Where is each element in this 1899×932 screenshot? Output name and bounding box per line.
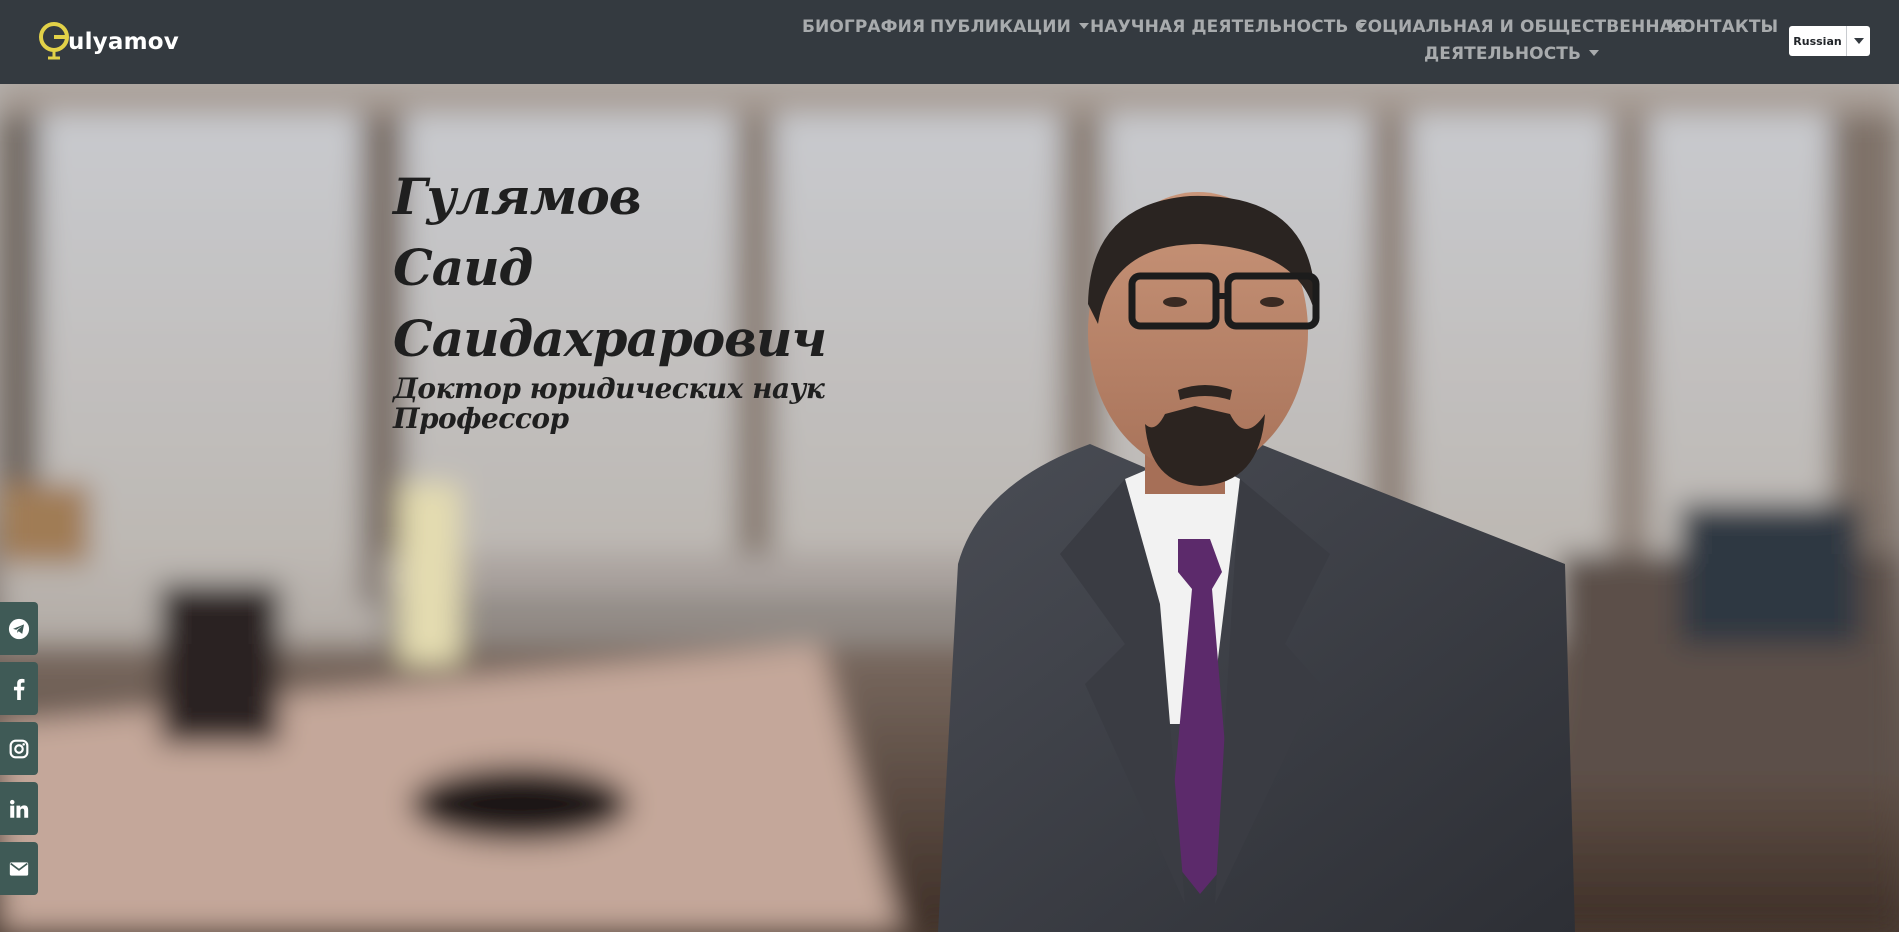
hero-title: Гулямов Саид Саидахрарович Доктор юридич… — [393, 161, 827, 435]
top-navbar: ulyamov БИОГРАФИЯ ПУБЛИКАЦИИ НАУЧНАЯ ДЕЯ… — [0, 0, 1899, 84]
language-dropdown-toggle[interactable] — [1846, 26, 1870, 56]
office-background-image — [0, 84, 1899, 932]
language-selected[interactable]: Russian — [1789, 26, 1846, 56]
logo-text: ulyamov — [68, 29, 179, 55]
hero-section: Гулямов Саид Саидахрарович Доктор юридич… — [0, 84, 1899, 932]
instagram-icon — [9, 739, 29, 758]
nav-biography-label: БИОГРАФИЯ — [802, 17, 926, 37]
nav-social-activity-label-line2: ДЕЯТЕЛЬНОСТЬ — [1424, 44, 1582, 64]
telegram-icon — [8, 618, 30, 639]
nav-social-activity-line2[interactable]: ДЕЯТЕЛЬНОСТЬ — [1424, 44, 1600, 64]
social-facebook-button[interactable] — [0, 662, 38, 715]
social-telegram-button[interactable] — [0, 602, 38, 655]
site-logo[interactable]: ulyamov — [38, 19, 179, 63]
language-selector[interactable]: Russian — [1789, 26, 1870, 56]
nav-scientific-activity[interactable]: НАУЧНАЯ ДЕЯТЕЛЬНОСТЬ — [1090, 17, 1367, 37]
nav-contacts-label: КОНТАКТЫ — [1667, 17, 1779, 37]
nav-scientific-activity-label: НАУЧНАЯ ДЕЯТЕЛЬНОСТЬ — [1090, 17, 1349, 37]
nav-publications[interactable]: ПУБЛИКАЦИИ — [930, 17, 1089, 37]
social-email-button[interactable] — [0, 842, 38, 895]
chevron-down-icon — [1078, 23, 1089, 29]
hero-name-line-2: Саид — [393, 238, 533, 297]
hero-position: Профессор — [393, 402, 569, 435]
facebook-icon — [13, 678, 25, 700]
chevron-down-icon — [1589, 50, 1600, 56]
email-icon — [9, 861, 29, 876]
nav-social-activity-label-line1: СОЦИАЛЬНАЯ И ОБЩЕСТВЕННАЯ — [1355, 17, 1687, 37]
nav-contacts[interactable]: КОНТАКТЫ — [1667, 17, 1778, 37]
logo-mark-icon — [38, 21, 72, 61]
hero-name-line-1: Гулямов — [393, 167, 642, 226]
nav-biography[interactable]: БИОГРАФИЯ — [802, 17, 925, 37]
linkedin-icon — [10, 799, 29, 818]
nav-social-activity[interactable]: СОЦИАЛЬНАЯ И ОБЩЕСТВЕННАЯ — [1355, 17, 1686, 37]
chevron-down-icon — [1853, 38, 1864, 44]
hero-name-line-3: Саидахрарович — [393, 309, 827, 368]
nav-publications-label: ПУБЛИКАЦИИ — [930, 17, 1071, 37]
social-instagram-button[interactable] — [0, 722, 38, 775]
hero-degree: Доктор юридических наук — [393, 372, 825, 405]
social-linkedin-button[interactable] — [0, 782, 38, 835]
